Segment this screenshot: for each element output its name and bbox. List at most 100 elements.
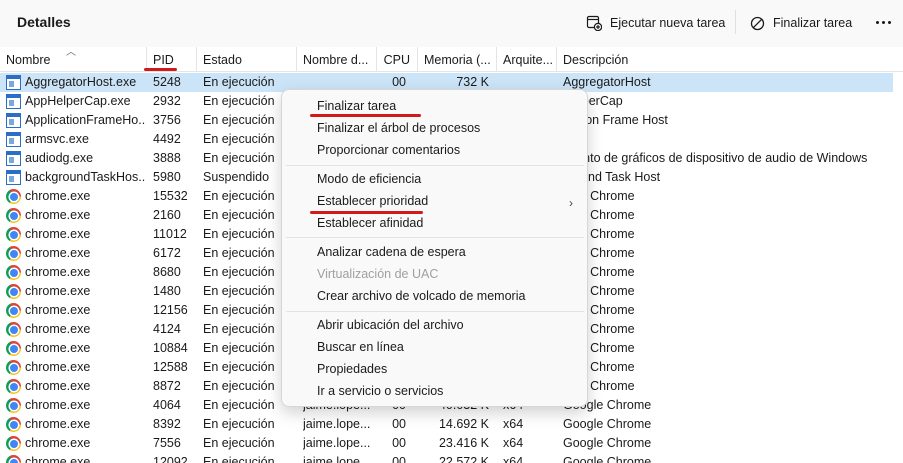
cell-name: chrome.exe bbox=[25, 417, 91, 431]
chrome-icon bbox=[6, 265, 21, 280]
table-row[interactable]: chrome.exe 7556 En ejecución jaime.lope... 0… bbox=[0, 434, 893, 453]
menu-item-analyze-wait-chain[interactable]: Analizar cadena de espera bbox=[317, 242, 466, 262]
more-options-button[interactable] bbox=[872, 14, 894, 30]
cell-memory: 23.416 K bbox=[438, 436, 489, 450]
column-header-user[interactable]: Nombre d... bbox=[297, 47, 377, 72]
cell-pid: 2160 bbox=[153, 208, 181, 222]
menu-item-efficiency-mode[interactable]: Modo de eficiencia bbox=[317, 169, 421, 189]
chrome-icon bbox=[6, 436, 21, 451]
new-task-icon bbox=[586, 15, 602, 31]
header-divider bbox=[735, 10, 736, 34]
menu-item-end-task[interactable]: Finalizar tarea bbox=[317, 96, 396, 116]
cell-name: chrome.exe bbox=[25, 398, 91, 412]
cell-description: vc bbox=[563, 130, 893, 149]
column-header-memory[interactable]: Memoria (... bbox=[418, 47, 497, 72]
cell-pid: 4124 bbox=[153, 322, 181, 336]
more-dot-icon bbox=[881, 20, 885, 24]
cell-pid: 15532 bbox=[153, 189, 188, 203]
app-window-icon bbox=[6, 94, 21, 109]
cell-description: HelperCap bbox=[563, 94, 623, 108]
cell-pid: 12092 bbox=[153, 455, 188, 463]
cell-cpu: 00 bbox=[392, 417, 406, 431]
chrome-icon bbox=[6, 341, 21, 356]
cell-description: ogle Chrome bbox=[563, 322, 635, 336]
cell-description: ogle Chrome bbox=[563, 189, 635, 203]
cell-pid: 12156 bbox=[153, 303, 188, 317]
cell-name: chrome.exe bbox=[25, 341, 91, 355]
cell-memory: 22.572 K bbox=[438, 455, 489, 463]
chrome-icon bbox=[6, 455, 21, 463]
cell-name: chrome.exe bbox=[25, 227, 91, 241]
cell-name: chrome.exe bbox=[25, 189, 91, 203]
column-header-name[interactable]: ︿ Nombre bbox=[0, 47, 147, 72]
menu-item-go-to-services[interactable]: Ir a servicio o servicios bbox=[317, 381, 443, 401]
cell-pid: 12588 bbox=[153, 360, 188, 374]
chrome-icon bbox=[6, 417, 21, 432]
cell-user: jaime.lope... bbox=[303, 436, 371, 450]
annotation-underline-end-task bbox=[310, 114, 421, 117]
app-window-icon bbox=[6, 75, 21, 90]
page-title: Detalles bbox=[17, 14, 71, 30]
menu-item-search-online[interactable]: Buscar en línea bbox=[317, 337, 404, 357]
app-window-icon bbox=[6, 132, 21, 147]
run-new-task-label: Ejecutar nueva tarea bbox=[610, 16, 726, 30]
cell-pid: 2932 bbox=[153, 94, 181, 108]
cell-description: ground Task Host bbox=[563, 170, 661, 184]
app-window-icon bbox=[6, 113, 21, 128]
cell-name: AppHelperCap.exe bbox=[25, 94, 131, 108]
menu-item-properties[interactable]: Propiedades bbox=[317, 359, 387, 379]
column-header-status[interactable]: Estado bbox=[197, 47, 297, 72]
table-header: ︿ Nombre PID Estado Nombre d... CPU Memo… bbox=[0, 47, 903, 72]
cell-pid: 8392 bbox=[153, 417, 181, 431]
cell-description: ogle Chrome bbox=[563, 265, 635, 279]
column-header-description[interactable]: Descripción bbox=[557, 47, 893, 72]
app-window-icon bbox=[6, 170, 21, 185]
menu-item-set-affinity[interactable]: Establecer afinidad bbox=[317, 213, 423, 233]
cell-pid: 3888 bbox=[153, 151, 181, 165]
more-dot-icon bbox=[887, 20, 891, 24]
prohibited-icon bbox=[750, 16, 765, 30]
table-row[interactable]: chrome.exe 8392 En ejecución jaime.lope... 0… bbox=[0, 415, 893, 434]
menu-item-feedback[interactable]: Proporcionar comentarios bbox=[317, 140, 460, 160]
chrome-icon bbox=[6, 360, 21, 375]
cell-description: Google Chrome bbox=[563, 417, 652, 431]
cell-description: ogle Chrome bbox=[563, 303, 635, 317]
cell-name: chrome.exe bbox=[25, 303, 91, 317]
menu-item-open-file-location[interactable]: Abrir ubicación del archivo bbox=[317, 315, 464, 335]
menu-item-set-priority[interactable]: Establecer prioridad bbox=[317, 191, 428, 211]
cell-pid: 8872 bbox=[153, 379, 181, 393]
table-row[interactable]: chrome.exe 12092 En ejecución jaime.lope...… bbox=[0, 453, 893, 463]
cell-description: AggregatorHost bbox=[563, 75, 651, 89]
chrome-icon bbox=[6, 303, 21, 318]
column-header-cpu[interactable]: CPU bbox=[377, 47, 418, 72]
cell-name: armsvc.exe bbox=[25, 132, 89, 146]
menu-item-uac-virtualization: Virtualización de UAC bbox=[317, 267, 439, 281]
cell-pid: 10884 bbox=[153, 341, 188, 355]
header-bar: Detalles Ejecutar nueva tarea Finalizar … bbox=[0, 0, 903, 44]
end-task-button[interactable]: Finalizar tarea bbox=[750, 11, 852, 35]
cell-pid: 5248 bbox=[153, 75, 181, 89]
cell-description: ogle Chrome bbox=[563, 284, 635, 298]
chrome-icon bbox=[6, 208, 21, 223]
chrome-icon bbox=[6, 246, 21, 261]
cell-pid: 6172 bbox=[153, 246, 181, 260]
cell-name: chrome.exe bbox=[25, 379, 91, 393]
cell-name: chrome.exe bbox=[25, 246, 91, 260]
submenu-chevron-icon: › bbox=[569, 196, 573, 210]
column-header-architecture[interactable]: Arquite... bbox=[497, 47, 557, 72]
context-menu: Finalizar tarea Finalizar el árbol de pr… bbox=[281, 89, 588, 407]
cell-status: En ejecución bbox=[203, 417, 275, 431]
run-new-task-button[interactable]: Ejecutar nueva tarea bbox=[586, 11, 725, 35]
menu-item-create-dump[interactable]: Crear archivo de volcado de memoria bbox=[317, 286, 525, 306]
sort-up-icon: ︿ bbox=[66, 47, 76, 58]
cell-description: ogle Chrome bbox=[563, 227, 635, 241]
cell-pid: 1480 bbox=[153, 284, 181, 298]
cell-pid: 4064 bbox=[153, 398, 181, 412]
cell-name: ApplicationFrameHo... bbox=[25, 113, 145, 127]
chrome-icon bbox=[6, 284, 21, 299]
cell-pid: 5980 bbox=[153, 170, 181, 184]
menu-item-end-process-tree[interactable]: Finalizar el árbol de procesos bbox=[317, 118, 480, 138]
cell-status: En ejecución bbox=[203, 455, 275, 463]
cell-description: Google Chrome bbox=[563, 398, 652, 412]
chrome-icon bbox=[6, 322, 21, 337]
